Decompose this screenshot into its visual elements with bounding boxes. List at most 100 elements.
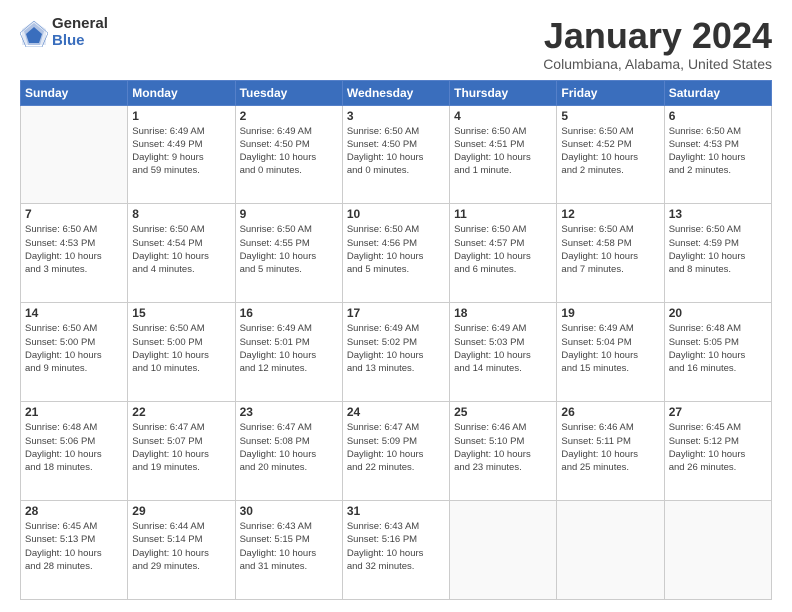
day-info: Sunrise: 6:49 AM Sunset: 5:02 PM Dayligh… bbox=[347, 322, 445, 375]
day-number: 30 bbox=[240, 504, 338, 518]
table-row: 3 Sunrise: 6:50 AM Sunset: 4:50 PM Daylig… bbox=[342, 105, 449, 204]
title-block: January 2024 Columbiana, Alabama, United… bbox=[543, 16, 772, 72]
day-info: Sunrise: 6:43 AM Sunset: 5:15 PM Dayligh… bbox=[240, 520, 338, 573]
table-row: 5 Sunrise: 6:50 AM Sunset: 4:52 PM Daylig… bbox=[557, 105, 664, 204]
day-number: 21 bbox=[25, 405, 123, 419]
day-info: Sunrise: 6:44 AM Sunset: 5:14 PM Dayligh… bbox=[132, 520, 230, 573]
table-row: 6 Sunrise: 6:50 AM Sunset: 4:53 PM Daylig… bbox=[664, 105, 771, 204]
logo: General Blue bbox=[20, 16, 108, 49]
table-row: 24 Sunrise: 6:47 AM Sunset: 5:09 PM Dayli… bbox=[342, 402, 449, 501]
day-info: Sunrise: 6:49 AM Sunset: 5:03 PM Dayligh… bbox=[454, 322, 552, 375]
header-sunday: Sunday bbox=[21, 80, 128, 105]
day-number: 13 bbox=[669, 207, 767, 221]
logo-blue-text: Blue bbox=[52, 33, 108, 50]
day-number: 2 bbox=[240, 109, 338, 123]
day-info: Sunrise: 6:47 AM Sunset: 5:09 PM Dayligh… bbox=[347, 421, 445, 474]
day-number: 27 bbox=[669, 405, 767, 419]
day-number: 19 bbox=[561, 306, 659, 320]
table-row bbox=[557, 501, 664, 600]
day-info: Sunrise: 6:48 AM Sunset: 5:05 PM Dayligh… bbox=[669, 322, 767, 375]
table-row: 2Sunrise: 6:49 AM Sunset: 4:50 PM Daylig… bbox=[235, 105, 342, 204]
table-row: 18 Sunrise: 6:49 AM Sunset: 5:03 PM Dayli… bbox=[450, 303, 557, 402]
day-number: 4 bbox=[454, 109, 552, 123]
day-number: 6 bbox=[669, 109, 767, 123]
day-number: 22 bbox=[132, 405, 230, 419]
table-row: 23 Sunrise: 6:47 AM Sunset: 5:08 PM Dayli… bbox=[235, 402, 342, 501]
table-row: 17Sunrise: 6:49 AM Sunset: 5:02 PM Dayli… bbox=[342, 303, 449, 402]
table-row: 12 Sunrise: 6:50 AM Sunset: 4:58 PM Dayli… bbox=[557, 204, 664, 303]
table-row bbox=[664, 501, 771, 600]
day-number: 23 bbox=[240, 405, 338, 419]
day-info: Sunrise: 6:49 AM Sunset: 5:04 PM Dayligh… bbox=[561, 322, 659, 375]
header-thursday: Thursday bbox=[450, 80, 557, 105]
table-row bbox=[21, 105, 128, 204]
table-row: 26 Sunrise: 6:46 AM Sunset: 5:11 PM Dayli… bbox=[557, 402, 664, 501]
day-info: Sunrise: 6:50 AM Sunset: 4:53 PM Dayligh… bbox=[25, 223, 123, 276]
day-info: Sunrise: 6:46 AM Sunset: 5:11 PM Dayligh… bbox=[561, 421, 659, 474]
calendar-header-row: Sunday Monday Tuesday Wednesday Thursday… bbox=[21, 80, 772, 105]
day-info: Sunrise: 6:50 AM Sunset: 4:58 PM Dayligh… bbox=[561, 223, 659, 276]
day-number: 5 bbox=[561, 109, 659, 123]
table-row: 1 Sunrise: 6:49 AM Sunset: 4:49 PM Daylig… bbox=[128, 105, 235, 204]
day-number: 8 bbox=[132, 207, 230, 221]
day-number: 16 bbox=[240, 306, 338, 320]
day-number: 3 bbox=[347, 109, 445, 123]
day-number: 28 bbox=[25, 504, 123, 518]
table-row: 13 Sunrise: 6:50 AM Sunset: 4:59 PM Dayli… bbox=[664, 204, 771, 303]
table-row: 30 Sunrise: 6:43 AM Sunset: 5:15 PM Dayli… bbox=[235, 501, 342, 600]
table-row: 9Sunrise: 6:50 AM Sunset: 4:55 PM Daylig… bbox=[235, 204, 342, 303]
title-location: Columbiana, Alabama, United States bbox=[543, 56, 772, 72]
day-info: Sunrise: 6:50 AM Sunset: 4:54 PM Dayligh… bbox=[132, 223, 230, 276]
header-tuesday: Tuesday bbox=[235, 80, 342, 105]
day-info: Sunrise: 6:50 AM Sunset: 4:51 PM Dayligh… bbox=[454, 125, 552, 178]
day-info: Sunrise: 6:48 AM Sunset: 5:06 PM Dayligh… bbox=[25, 421, 123, 474]
day-info: Sunrise: 6:50 AM Sunset: 5:00 PM Dayligh… bbox=[132, 322, 230, 375]
day-number: 1 bbox=[132, 109, 230, 123]
logo-icon bbox=[20, 19, 48, 47]
day-number: 18 bbox=[454, 306, 552, 320]
day-info: Sunrise: 6:47 AM Sunset: 5:08 PM Dayligh… bbox=[240, 421, 338, 474]
table-row: 11Sunrise: 6:50 AM Sunset: 4:57 PM Dayli… bbox=[450, 204, 557, 303]
table-row: 29Sunrise: 6:44 AM Sunset: 5:14 PM Dayli… bbox=[128, 501, 235, 600]
day-number: 14 bbox=[25, 306, 123, 320]
table-row: 4 Sunrise: 6:50 AM Sunset: 4:51 PM Daylig… bbox=[450, 105, 557, 204]
day-info: Sunrise: 6:50 AM Sunset: 4:57 PM Dayligh… bbox=[454, 223, 552, 276]
day-info: Sunrise: 6:50 AM Sunset: 4:56 PM Dayligh… bbox=[347, 223, 445, 276]
day-info: Sunrise: 6:46 AM Sunset: 5:10 PM Dayligh… bbox=[454, 421, 552, 474]
day-info: Sunrise: 6:50 AM Sunset: 5:00 PM Dayligh… bbox=[25, 322, 123, 375]
day-number: 31 bbox=[347, 504, 445, 518]
table-row: 14 Sunrise: 6:50 AM Sunset: 5:00 PM Dayli… bbox=[21, 303, 128, 402]
day-info: Sunrise: 6:43 AM Sunset: 5:16 PM Dayligh… bbox=[347, 520, 445, 573]
table-row: 10 Sunrise: 6:50 AM Sunset: 4:56 PM Dayli… bbox=[342, 204, 449, 303]
table-row: 20Sunrise: 6:48 AM Sunset: 5:05 PM Dayli… bbox=[664, 303, 771, 402]
table-row: 27Sunrise: 6:45 AM Sunset: 5:12 PM Dayli… bbox=[664, 402, 771, 501]
title-month: January 2024 bbox=[543, 16, 772, 56]
day-info: Sunrise: 6:50 AM Sunset: 4:50 PM Dayligh… bbox=[347, 125, 445, 178]
day-number: 12 bbox=[561, 207, 659, 221]
day-number: 15 bbox=[132, 306, 230, 320]
day-info: Sunrise: 6:49 AM Sunset: 4:49 PM Dayligh… bbox=[132, 125, 230, 178]
day-info: Sunrise: 6:47 AM Sunset: 5:07 PM Dayligh… bbox=[132, 421, 230, 474]
table-row: 25 Sunrise: 6:46 AM Sunset: 5:10 PM Dayli… bbox=[450, 402, 557, 501]
logo-general-text: General bbox=[52, 16, 108, 33]
header-monday: Monday bbox=[128, 80, 235, 105]
day-number: 25 bbox=[454, 405, 552, 419]
day-number: 24 bbox=[347, 405, 445, 419]
day-number: 10 bbox=[347, 207, 445, 221]
table-row: 22 Sunrise: 6:47 AM Sunset: 5:07 PM Dayli… bbox=[128, 402, 235, 501]
header-saturday: Saturday bbox=[664, 80, 771, 105]
day-info: Sunrise: 6:50 AM Sunset: 4:59 PM Dayligh… bbox=[669, 223, 767, 276]
table-row bbox=[450, 501, 557, 600]
table-row: 28Sunrise: 6:45 AM Sunset: 5:13 PM Dayli… bbox=[21, 501, 128, 600]
logo-text: General Blue bbox=[52, 16, 108, 49]
table-row: 31 Sunrise: 6:43 AM Sunset: 5:16 PM Dayli… bbox=[342, 501, 449, 600]
day-number: 26 bbox=[561, 405, 659, 419]
calendar-table: Sunday Monday Tuesday Wednesday Thursday… bbox=[20, 80, 772, 600]
header-wednesday: Wednesday bbox=[342, 80, 449, 105]
header: General Blue January 2024 Columbiana, Al… bbox=[20, 16, 772, 72]
table-row: 15 Sunrise: 6:50 AM Sunset: 5:00 PM Dayli… bbox=[128, 303, 235, 402]
day-info: Sunrise: 6:50 AM Sunset: 4:55 PM Dayligh… bbox=[240, 223, 338, 276]
day-info: Sunrise: 6:50 AM Sunset: 4:52 PM Dayligh… bbox=[561, 125, 659, 178]
table-row: 16Sunrise: 6:49 AM Sunset: 5:01 PM Dayli… bbox=[235, 303, 342, 402]
day-info: Sunrise: 6:50 AM Sunset: 4:53 PM Dayligh… bbox=[669, 125, 767, 178]
